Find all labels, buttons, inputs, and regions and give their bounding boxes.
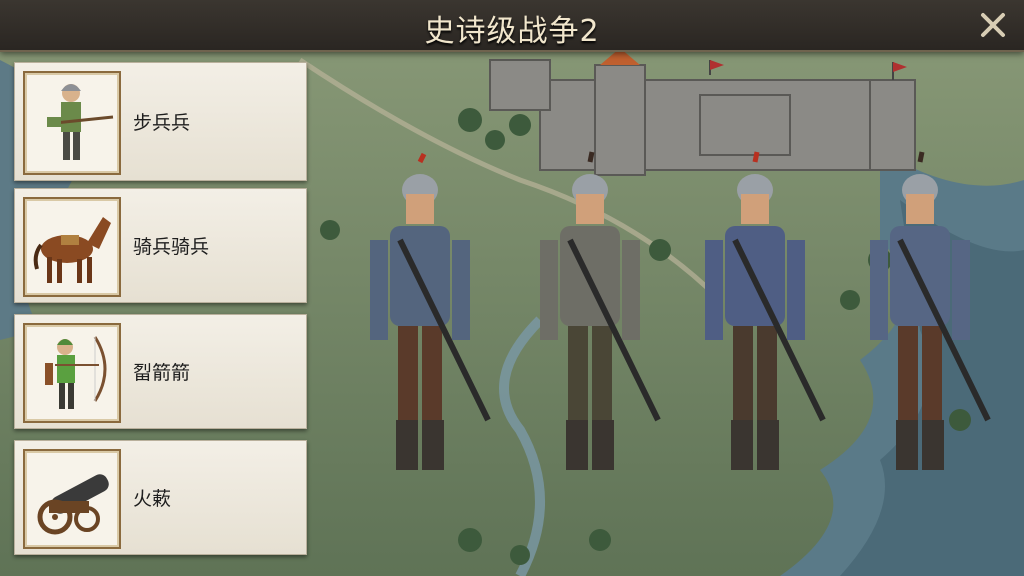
soldier-figure-1 (370, 152, 491, 470)
unit-list: 步兵兵 骑兵骑兵 㽝箭箭 火蔌 (14, 62, 307, 562)
close-icon (981, 13, 1005, 37)
cannon-icon (37, 474, 109, 535)
page-title: 史诗级战争2 (424, 14, 600, 49)
infantry-icon (47, 84, 114, 160)
soldier-figure-3 (705, 151, 826, 470)
soldier-figure-2 (540, 151, 661, 470)
unit-portrait (23, 197, 121, 297)
unit-name: 火蔌 (133, 488, 172, 510)
unit-portrait (23, 449, 121, 549)
title-bar: 史诗级战争2 (0, 0, 1024, 52)
archer-icon (45, 336, 107, 409)
unit-portrait (23, 71, 121, 175)
unit-card-infantry[interactable]: 步兵兵 (14, 62, 307, 181)
close-button[interactable] (976, 8, 1010, 42)
unit-card-archer[interactable]: 㽝箭箭 (14, 314, 307, 429)
unit-portrait (23, 323, 121, 423)
cavalry-icon (33, 217, 111, 283)
unit-name: 骑兵骑兵 (133, 236, 210, 258)
unit-name: 㽝箭箭 (133, 362, 191, 384)
soldier-lineup (370, 151, 991, 470)
soldier-figure-4 (870, 151, 991, 470)
unit-name: 步兵兵 (133, 112, 191, 134)
unit-card-cannon[interactable]: 火蔌 (14, 440, 307, 555)
unit-card-cavalry[interactable]: 骑兵骑兵 (14, 188, 307, 303)
